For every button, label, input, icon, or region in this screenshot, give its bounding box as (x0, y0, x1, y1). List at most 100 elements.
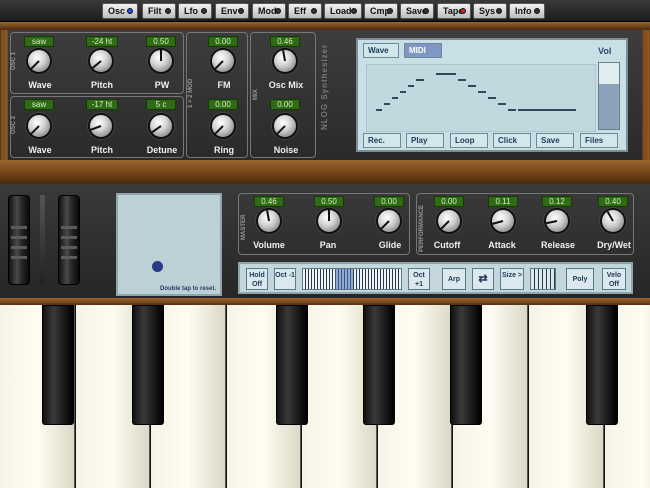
tab-label: Osc (108, 6, 126, 16)
osc2-detune-knob[interactable] (148, 113, 174, 139)
osc1-pw-knob[interactable] (148, 48, 174, 74)
pan-knob[interactable] (316, 208, 342, 234)
black-key[interactable] (585, 305, 618, 425)
brand-label: NLOG Synthesizer (320, 43, 329, 130)
ring-label: Ring (214, 145, 234, 155)
range-highlight[interactable] (335, 269, 353, 289)
cutoff-knob[interactable] (436, 208, 462, 234)
volume-knob[interactable] (256, 208, 282, 234)
xy-pad[interactable]: Double tap to reset. (116, 193, 222, 296)
osc1-side-label: OSC 1 (11, 51, 17, 70)
display-tab-wave[interactable]: Wave (363, 43, 399, 58)
volume-meter[interactable] (598, 62, 620, 130)
knob-pointer (492, 220, 504, 225)
ring-knob[interactable] (210, 113, 236, 139)
osc1-pitch-display: -24 ht (86, 36, 118, 47)
loop-button[interactable]: Loop (450, 133, 488, 148)
rec-button[interactable]: Rec. (363, 133, 401, 148)
osc2-pitch-label: Pitch (90, 145, 113, 155)
tab-mod[interactable]: Mod (252, 3, 286, 19)
knob-pointer (30, 125, 40, 135)
sequencer-display: Wave MIDI Vol Rec. Play Loop Click Save … (356, 38, 628, 152)
volume-label: Vol (598, 46, 612, 56)
keyboard-range-selector[interactable] (302, 268, 402, 290)
xy-pad-hint: Double tap to reset. (159, 286, 216, 292)
play-button[interactable]: Play (406, 133, 444, 148)
display-save-button[interactable]: Save (536, 133, 574, 148)
osc-mix-knob[interactable] (272, 48, 298, 74)
led-indicator (423, 8, 429, 14)
octave-up-button[interactable]: Oct +1 (408, 268, 430, 290)
display-tab-midi[interactable]: MIDI (404, 43, 442, 58)
xy-pad-cursor[interactable] (152, 261, 163, 272)
osc1-pitch-knob[interactable] (88, 48, 114, 74)
fm-knob[interactable] (210, 48, 236, 74)
tab-lfo[interactable]: Lfo (178, 3, 212, 19)
noise-knob[interactable] (272, 113, 298, 139)
osc2-side-label: OSC 2 (11, 115, 17, 134)
files-button[interactable]: Files (580, 133, 618, 148)
black-key[interactable] (362, 305, 395, 425)
fm-display: 0.00 (208, 36, 238, 47)
tab-filt[interactable]: Filt (142, 3, 176, 19)
release-display: 0.12 (542, 196, 572, 207)
mix-side-label: MIX (253, 89, 259, 100)
knob-pointer (328, 210, 330, 221)
knob-pointer (91, 60, 102, 69)
pitch-bend-wheel[interactable] (8, 195, 30, 285)
note-grid (366, 64, 596, 132)
attack-knob[interactable] (490, 208, 516, 234)
drywet-knob[interactable] (600, 208, 626, 234)
led-indicator (311, 8, 317, 14)
osc2-detune-label: Detune (146, 145, 178, 155)
osc1-pw-label: PW (154, 80, 170, 90)
tab-label: Sys (479, 6, 496, 16)
mod-wheel[interactable] (58, 195, 80, 285)
attack-display: 0.11 (488, 196, 518, 207)
knob-pointer (151, 125, 162, 134)
wheel-divider (40, 195, 45, 285)
hold-button[interactable]: Hold Off (246, 268, 268, 290)
knob-pointer (30, 60, 40, 70)
tab-sys[interactable]: Sys (473, 3, 507, 19)
cutoff-label: Cutoff (433, 240, 461, 250)
midi-note-view (366, 64, 596, 132)
osc1-pitch-label: Pitch (90, 80, 113, 90)
black-key[interactable] (41, 305, 74, 425)
tab-eff[interactable]: Eff (288, 3, 322, 19)
osc1-wave-knob[interactable] (26, 48, 52, 74)
octave-down-button[interactable]: Oct -1 (274, 268, 296, 290)
wheel-grip (11, 256, 27, 259)
velocity-button[interactable]: Velo Off (602, 268, 626, 290)
wood-middle-bar (0, 160, 650, 184)
release-knob[interactable] (544, 208, 570, 234)
black-key[interactable] (449, 305, 482, 425)
tab-env[interactable]: Env (215, 3, 249, 19)
knob-pointer (276, 125, 286, 135)
glide-knob[interactable] (376, 208, 402, 234)
tab-save[interactable]: Save (400, 3, 434, 19)
poly-button[interactable]: Poly (566, 268, 594, 290)
osc1-pw-display: 0.50 (146, 36, 176, 47)
led-indicator (127, 8, 133, 14)
knob-pointer (266, 209, 270, 222)
glide-label: Glide (378, 240, 402, 250)
swap-arrows-icon[interactable]: ⇄ (472, 268, 494, 290)
osc2-pitch-knob[interactable] (88, 113, 114, 139)
click-button[interactable]: Click (493, 133, 531, 148)
arp-button[interactable]: Arp (442, 268, 466, 290)
tab-info[interactable]: Info (509, 3, 545, 19)
black-key[interactable] (132, 305, 165, 425)
keyboard-layout-icon[interactable] (530, 268, 556, 290)
osc2-wave-knob[interactable] (26, 113, 52, 139)
tab-load[interactable]: Load (324, 3, 362, 19)
tab-osc[interactable]: Osc (102, 3, 138, 19)
tab-tape[interactable]: Tape (437, 3, 471, 19)
drywet-label: Dry/Wet (597, 240, 631, 250)
mod-side-label: 1 > 2 MOD (188, 78, 194, 108)
tab-cmp[interactable]: Cmp (364, 3, 398, 19)
black-key[interactable] (275, 305, 308, 425)
osc1-wave-label: Wave (28, 80, 52, 90)
size-button[interactable]: Size > (500, 268, 524, 290)
fm-label: FM (217, 80, 231, 90)
